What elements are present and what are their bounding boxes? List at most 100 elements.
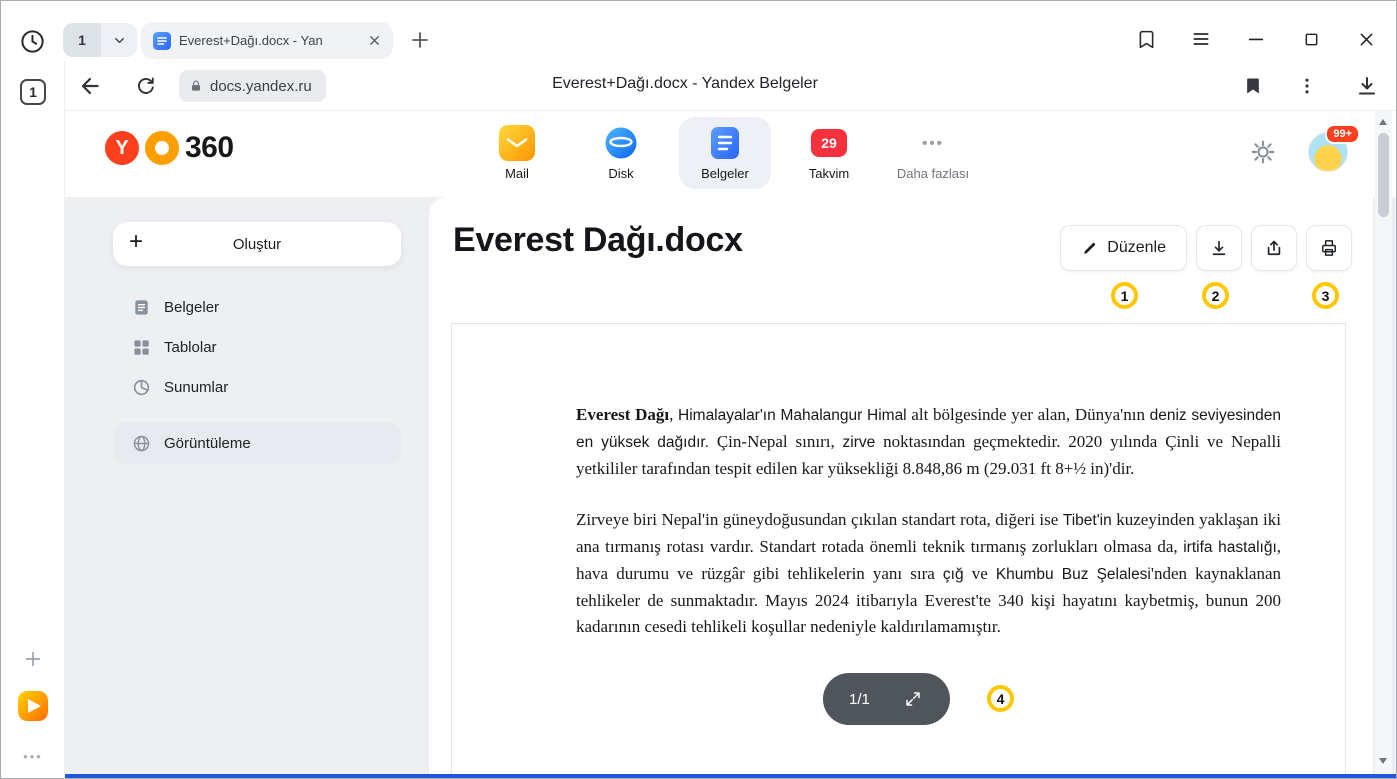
chevron-down-icon[interactable]: [101, 23, 137, 57]
service-label: Disk: [608, 166, 633, 181]
ellipsis-icon: •••: [922, 125, 944, 161]
minimize-icon: [1246, 29, 1266, 49]
rail-add-button[interactable]: [21, 647, 45, 671]
document-icon: [131, 297, 151, 317]
sidebar-item-belgeler[interactable]: Belgeler: [113, 287, 401, 327]
service-label: Mail: [505, 166, 529, 181]
settings-button[interactable]: [1249, 138, 1277, 166]
address-bar-page-title: Everest+Dağı.docx - Yandex Belgeler: [405, 75, 965, 93]
yandex360-logo[interactable]: Y 360: [105, 129, 234, 167]
bottom-accent-bar: [65, 774, 1397, 779]
disk-icon: [603, 125, 639, 161]
pencil-icon: [1081, 240, 1098, 257]
sidebar-item-tablolar[interactable]: Tablolar: [113, 327, 401, 367]
scroll-up-arrow[interactable]: [1379, 119, 1387, 125]
page-indicator-label: 1/1: [849, 691, 870, 708]
pie-chart-icon: [131, 377, 151, 397]
new-tab-button[interactable]: [405, 25, 435, 55]
sidebar-item-sunumlar[interactable]: Sunumlar: [113, 367, 401, 407]
maximize-icon: [1302, 30, 1321, 49]
url-field[interactable]: docs.yandex.ru: [179, 70, 326, 102]
rail-more-button[interactable]: •••: [15, 749, 51, 764]
gear-icon: [1250, 139, 1276, 165]
page-indicator-pill[interactable]: 1/1: [823, 673, 950, 725]
logo-y-circle: Y: [105, 131, 139, 165]
sidebar-item-label: Belgeler: [164, 299, 219, 316]
yandex360-header: Y 360 Mail Disk Belgeler: [65, 111, 1397, 197]
download-icon: [1355, 74, 1379, 98]
service-takvim[interactable]: 29 Takvim: [783, 117, 875, 189]
service-label: Belgeler: [701, 166, 749, 181]
edit-button[interactable]: Düzenle: [1060, 225, 1187, 271]
rail-tab-counter[interactable]: 1: [20, 79, 46, 105]
share-button[interactable]: [1251, 225, 1297, 271]
document-paragraph: Zirveye biri Nepal'in güneydoğusundan çı…: [576, 507, 1281, 640]
page-actions-menu-button[interactable]: [1295, 74, 1319, 98]
sidebar-item-label: Görüntüleme: [164, 435, 251, 452]
scrollbar-thumb[interactable]: [1378, 133, 1389, 217]
sidebar-item-goruntuleme[interactable]: Görüntüleme: [113, 422, 401, 464]
history-clock-button[interactable]: [17, 26, 47, 56]
fullscreen-expand-icon[interactable]: [902, 688, 924, 710]
download-document-button[interactable]: [1196, 225, 1242, 271]
side-panel-toggle-button[interactable]: [1134, 27, 1158, 51]
browser-menu-button[interactable]: [1189, 27, 1213, 51]
table-grid-icon: [131, 337, 151, 357]
back-button[interactable]: [75, 71, 105, 101]
bookmark-outline-icon: [1136, 29, 1157, 50]
calendar-date-badge: 29: [811, 129, 847, 157]
tab-group-count[interactable]: 1: [63, 23, 101, 57]
maximize-button[interactable]: [1299, 27, 1323, 51]
scroll-down-arrow[interactable]: [1379, 758, 1387, 764]
service-more[interactable]: ••• Daha fazlası: [887, 117, 979, 189]
tab-favicon-document-icon: [153, 32, 171, 50]
reload-icon: [134, 75, 157, 98]
document-paragraph: Everest Dağı, Himalayalar'ın Mahalangur …: [576, 402, 1281, 482]
sidebar-item-label: Tablolar: [164, 339, 217, 356]
mail-icon: [499, 125, 535, 161]
edit-button-label: Düzenle: [1107, 239, 1166, 257]
hamburger-icon: [1191, 29, 1211, 49]
kebab-icon: [1297, 76, 1317, 96]
plus-icon: [23, 649, 43, 669]
service-label: Takvim: [809, 166, 849, 181]
annotation-badge-2: 2: [1202, 282, 1229, 309]
document-text: Everest Dağı, Himalayalar'ın Mahalangur …: [452, 324, 1345, 640]
clock-icon: [19, 28, 46, 55]
page-scrollbar[interactable]: [1375, 111, 1392, 774]
address-bar-row: docs.yandex.ru Everest+Dağı.docx - Yande…: [65, 61, 1397, 111]
close-icon: [1357, 30, 1376, 49]
minimize-button[interactable]: [1244, 27, 1268, 51]
annotation-badge-4: 4: [987, 685, 1014, 712]
lock-icon: [189, 79, 203, 93]
download-icon: [1209, 238, 1229, 258]
docs-sidebar: + Oluştur Belgeler Tablolar Sunumlar G: [89, 197, 429, 774]
profile-avatar[interactable]: 99+: [1308, 132, 1348, 172]
bookmark-filled-icon: [1243, 76, 1263, 96]
globe-icon: [131, 433, 151, 453]
tab-close-icon[interactable]: [365, 32, 383, 50]
calendar-icon: 29: [811, 125, 847, 161]
printer-icon: [1319, 238, 1339, 258]
sidebar-item-label: Sunumlar: [164, 379, 228, 396]
plus-icon: +: [129, 228, 143, 257]
downloads-button[interactable]: [1353, 72, 1381, 100]
titlebar: 1 Everest+Dağı.docx - Yan: [1, 1, 1397, 61]
logo-360-text: 360: [185, 131, 234, 165]
yandex-browser-logo[interactable]: [18, 691, 48, 721]
document-actions: Düzenle: [1060, 225, 1352, 271]
print-button[interactable]: [1306, 225, 1352, 271]
tab-group-control[interactable]: 1: [63, 23, 137, 57]
page-title: Everest Dağı.docx: [453, 221, 743, 260]
active-tab[interactable]: Everest+Dağı.docx - Yan: [141, 22, 393, 59]
service-mail[interactable]: Mail: [471, 117, 563, 189]
notification-badge: 99+: [1325, 124, 1360, 144]
bookmark-button[interactable]: [1241, 74, 1265, 98]
service-disk[interactable]: Disk: [575, 117, 667, 189]
service-belgeler[interactable]: Belgeler: [679, 117, 771, 189]
reload-button[interactable]: [131, 72, 159, 100]
tab-title: Everest+Dağı.docx - Yan: [179, 33, 357, 48]
close-window-button[interactable]: [1354, 27, 1378, 51]
annotation-badge-1: 1: [1111, 282, 1138, 309]
create-button[interactable]: + Oluştur: [113, 222, 401, 266]
